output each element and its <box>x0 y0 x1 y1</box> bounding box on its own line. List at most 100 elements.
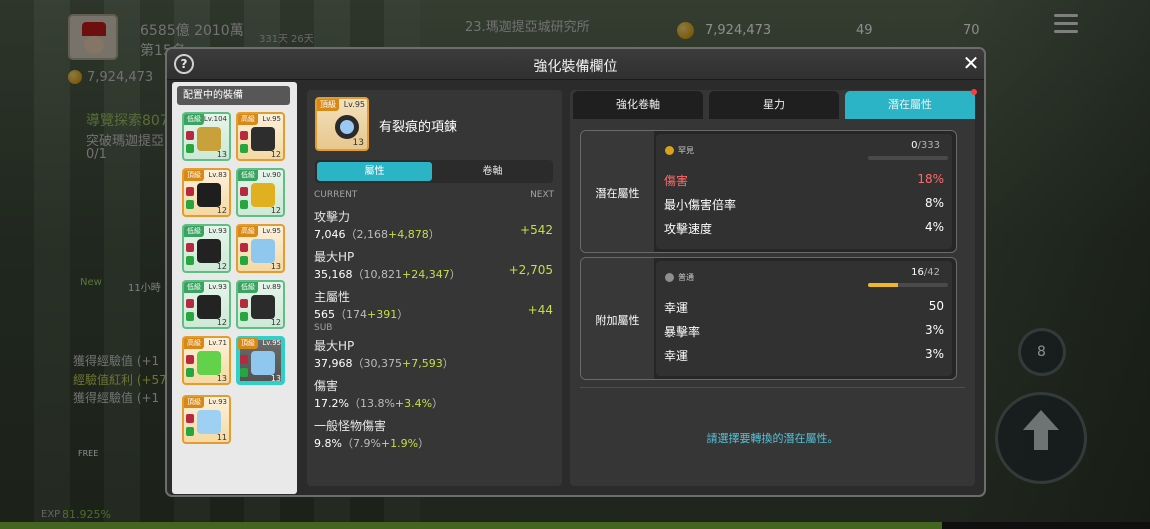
slot-level: Lv.90 <box>262 171 281 179</box>
additional-counter: 16/42 <box>911 267 940 278</box>
tab-star-force[interactable]: 星力 <box>709 91 839 119</box>
tab-enhance-scroll[interactable]: 強化卷軸 <box>573 91 703 119</box>
slot-tier: 低級 <box>238 282 258 293</box>
slot-gem-icon <box>186 299 194 308</box>
potential-line-value: 18% <box>917 172 944 186</box>
normal-grade-icon <box>665 273 674 282</box>
divider <box>580 387 965 388</box>
stat-base: （2,168 <box>345 228 389 241</box>
sub-stat-close: ） <box>418 437 430 450</box>
equipment-slot[interactable]: 低級 Lv.104 13 <box>182 112 231 161</box>
slot-gem-icon <box>240 243 248 252</box>
potential-lines-box: 罕見 0/333 傷害 18% 最小傷害倍率 8% 攻擊速度 4% <box>656 134 952 249</box>
potential-line[interactable]: 最小傷害倍率 8% <box>664 196 944 216</box>
potential-line[interactable]: 幸運 3% <box>664 347 944 367</box>
potential-line-value: 4% <box>924 220 944 234</box>
slot-star-count: 13 <box>270 262 281 271</box>
slot-star-count: 12 <box>270 318 281 327</box>
stats-scroll-toggle: 屬性 卷軸 <box>315 160 553 183</box>
slot-star-count: 12 <box>270 206 281 215</box>
stat-bonus: +4,878 <box>388 228 429 241</box>
equipment-slot[interactable]: 低級 Lv.93 12 <box>182 280 231 329</box>
potential-line[interactable]: 幸運 50 <box>664 299 944 319</box>
slot-tier: 頂級 <box>184 170 204 181</box>
sub-stat-bonus: +1.9% <box>380 437 419 450</box>
additional-grade: 普通 <box>678 273 694 282</box>
additional-max: /42 <box>923 267 940 278</box>
stat-base: （174 <box>335 308 367 321</box>
sub-caption: SUB <box>314 323 333 333</box>
equipment-art-icon <box>197 127 221 151</box>
potential-line-value: 50 <box>928 299 944 313</box>
stat-bonus: +391 <box>367 308 398 321</box>
sub-stat-close: ） <box>432 397 444 410</box>
slot-gem-e-icon <box>240 312 248 321</box>
tab-stats[interactable]: 屬性 <box>317 162 432 181</box>
potential-line-name: 幸運 <box>664 301 689 315</box>
slot-tier: 低級 <box>184 114 204 125</box>
tab-scroll[interactable]: 卷軸 <box>435 162 550 181</box>
slot-gem-icon <box>240 187 248 196</box>
potential-progress-bar <box>868 156 948 160</box>
slot-gem-e-icon <box>186 427 194 436</box>
equipment-art-icon <box>251 239 275 263</box>
slot-tier: 頂級 <box>238 338 258 349</box>
tab-label: 強化卷軸 <box>616 98 660 111</box>
additional-progress-fill <box>868 283 899 287</box>
necklace-icon <box>335 115 359 139</box>
slot-gem-e-icon <box>186 368 194 377</box>
stat-bonus: +24,347 <box>402 268 450 281</box>
item-stats-panel: 頂級 Lv.95 13 有裂痕的項鍊 屬性 卷軸 CURRENT NEXT 攻擊… <box>307 90 562 486</box>
tab-label: 星力 <box>763 98 785 111</box>
equipment-slot[interactable]: 低級 Lv.89 12 <box>236 280 285 329</box>
slot-level: Lv.104 <box>203 115 227 123</box>
close-icon[interactable]: ✕ <box>960 52 982 74</box>
stat-total: 565 <box>314 308 335 321</box>
sub-stat-bonus: +7,593 <box>402 357 443 370</box>
slot-tier: 高級 <box>238 226 258 237</box>
equipment-slot[interactable]: 高級 Lv.95 13 <box>236 224 285 273</box>
potential-line[interactable]: 攻擊速度 4% <box>664 220 944 240</box>
slot-star-count: 12 <box>270 150 281 159</box>
equipment-slot[interactable]: 低級 Lv.90 12 <box>236 168 285 217</box>
potential-counter: 0/333 <box>911 140 940 151</box>
slot-tier: 低級 <box>184 282 204 293</box>
equipment-art-icon <box>251 351 275 375</box>
potential-line-name: 暴擊率 <box>664 325 701 339</box>
stat-base: （10,821 <box>352 268 403 281</box>
potential-line-name: 攻擊速度 <box>664 222 713 236</box>
stat-close: ） <box>449 268 461 281</box>
stat-total: 7,046 <box>314 228 346 241</box>
slot-gem-e-icon <box>186 200 194 209</box>
equipment-slot[interactable]: 頂級 Lv.83 12 <box>182 168 231 217</box>
additional-potential-block: 附加屬性 普通 16/42 幸運 50 暴擊率 3% 幸運 3% <box>580 257 957 380</box>
equipment-slot[interactable]: 高級 Lv.71 13 <box>182 336 231 385</box>
stat-value-line: 35,168（10,821+24,347） <box>314 263 461 282</box>
modal-header: ? 強化裝備欄位 ✕ <box>167 49 984 80</box>
sub-stat-total: 17.2% <box>314 397 349 410</box>
selected-item-icon: 頂級 Lv.95 13 <box>315 97 369 151</box>
equipment-art-icon <box>197 295 221 319</box>
sub-stat-total: 9.8% <box>314 437 342 450</box>
stat-next: +44 <box>527 303 553 317</box>
stat-value-line: 565（174+391） <box>314 303 408 322</box>
slot-tier: 低級 <box>238 170 258 181</box>
sub-stat-value-line: 37,968（30,375+7,593） <box>314 352 454 371</box>
sub-stat-base: （30,375 <box>352 357 403 370</box>
equipment-slot[interactable]: 頂級 Lv.93 11 <box>182 395 231 444</box>
equipped-list-header: 配置中的裝備 <box>177 86 290 105</box>
slot-gem-e-icon <box>186 312 194 321</box>
equipment-slot[interactable]: 低級 Lv.93 12 <box>182 224 231 273</box>
potential-line-name: 傷害 <box>664 174 689 188</box>
slot-gem-e-icon <box>240 256 248 265</box>
equipment-slot[interactable]: 頂級 Lv.95 13 <box>236 336 285 385</box>
potential-line[interactable]: 暴擊率 3% <box>664 323 944 343</box>
slot-gem-e-icon <box>240 144 248 153</box>
tab-potential[interactable]: 潛在屬性 <box>845 89 977 119</box>
equipment-slot[interactable]: 高級 Lv.95 12 <box>236 112 285 161</box>
equipped-list-panel: 配置中的裝備 低級 Lv.104 13 高級 Lv.95 12 頂級 Lv.83 12 低級 Lv.… <box>172 82 297 494</box>
potential-line[interactable]: 傷害 18% <box>664 172 944 192</box>
additional-title: 附加屬性 <box>595 314 640 327</box>
enhance-options-panel: 強化卷軸 星力 潛在屬性 潛在屬性 罕見 0/333 傷害 18% 最小傷害倍率 8% 攻擊… <box>570 89 977 486</box>
slot-tier: 高級 <box>184 338 204 349</box>
